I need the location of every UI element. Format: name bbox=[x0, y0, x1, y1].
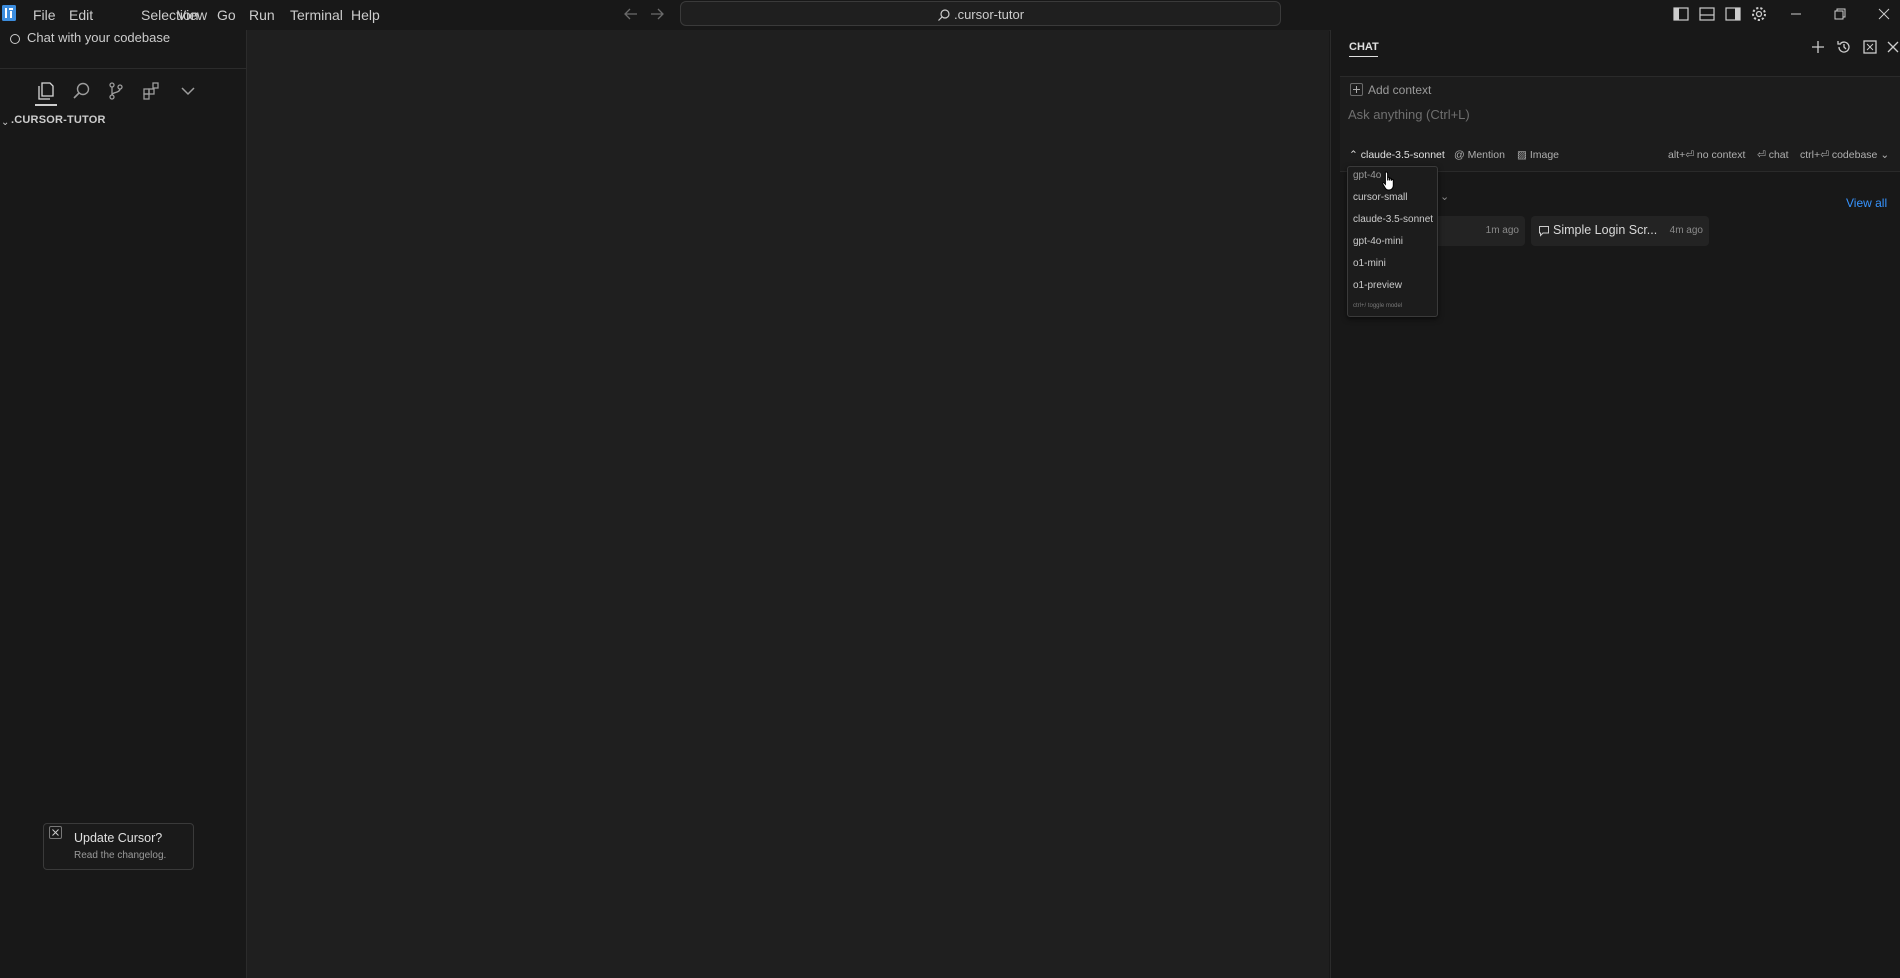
toggle-panel-icon[interactable] bbox=[1698, 5, 1718, 25]
codebase-shortcut-label: ctrl+⏎ codebase bbox=[1800, 149, 1878, 161]
model-option-o1-preview[interactable]: o1-preview bbox=[1353, 277, 1402, 295]
mention-label: Mention bbox=[1467, 149, 1505, 161]
extensions-icon[interactable] bbox=[141, 80, 163, 102]
model-selector[interactable]: ⌃ claude-3.5-sonnet bbox=[1349, 149, 1445, 161]
image-button[interactable]: ▨ Image bbox=[1517, 149, 1559, 161]
codebase-shortcut[interactable]: ctrl+⏎ codebase ⌄ bbox=[1800, 149, 1889, 161]
add-context-button[interactable]: Add context bbox=[1368, 83, 1431, 97]
search-icon[interactable] bbox=[71, 80, 93, 102]
command-center-search[interactable]: .cursor-tutor bbox=[680, 1, 1281, 26]
maximize-icon[interactable] bbox=[1861, 38, 1879, 56]
source-control-icon[interactable] bbox=[105, 80, 127, 102]
model-option-gpt-4o[interactable]: gpt-4o bbox=[1353, 167, 1381, 185]
toast-title: Update Cursor? bbox=[74, 831, 163, 845]
chevron-up-icon: ⌃ bbox=[1349, 149, 1358, 161]
chat-shortcut[interactable]: ⏎ chat bbox=[1757, 149, 1789, 161]
mention-button[interactable]: @ Mention bbox=[1454, 149, 1505, 161]
chat-bubble-icon bbox=[1538, 225, 1550, 237]
back-arrow-icon[interactable] bbox=[622, 5, 640, 23]
primary-sidebar: Chat with your codebase ⌄ .CURSOR-TUTOR … bbox=[0, 30, 247, 978]
menu-terminal[interactable]: Terminal bbox=[286, 4, 347, 26]
update-notification[interactable]: Update Cursor? Read the changelog. bbox=[43, 823, 194, 870]
active-tab-indicator bbox=[1349, 56, 1378, 57]
recent-chat-time: 4m ago bbox=[1669, 225, 1703, 236]
close-icon[interactable] bbox=[49, 826, 62, 839]
explorer-folder-title[interactable]: .CURSOR-TUTOR bbox=[11, 114, 106, 126]
close-window-icon[interactable] bbox=[1875, 5, 1895, 25]
settings-gear-icon[interactable] bbox=[1750, 5, 1770, 25]
forward-arrow-icon[interactable] bbox=[648, 5, 666, 23]
model-option-claude-3-5-sonnet[interactable]: claude-3.5-sonnet bbox=[1353, 211, 1433, 229]
model-option-gpt-4o-mini[interactable]: gpt-4o-mini bbox=[1353, 233, 1403, 251]
menu-go[interactable]: Go bbox=[213, 4, 240, 26]
menu-file[interactable]: File bbox=[29, 4, 60, 26]
recent-chat-title: Simple Login Scr... bbox=[1553, 223, 1658, 237]
search-icon bbox=[937, 8, 951, 22]
chat-input-area[interactable]: Add context Ask anything (Ctrl+L) ⌃ clau… bbox=[1340, 76, 1900, 172]
chevron-down-icon[interactable] bbox=[177, 80, 199, 102]
active-tab-indicator bbox=[35, 104, 57, 106]
menu-run[interactable]: Run bbox=[245, 4, 279, 26]
search-text: .cursor-tutor bbox=[953, 7, 1025, 23]
editor-area[interactable] bbox=[247, 30, 1329, 978]
toggle-secondary-sidebar-icon[interactable] bbox=[1724, 5, 1744, 25]
add-context-plus-icon[interactable] bbox=[1350, 83, 1363, 96]
at-icon: @ bbox=[1454, 149, 1465, 161]
chevron-small-down-icon[interactable]: ⌄ bbox=[1, 117, 9, 128]
circle-icon bbox=[10, 34, 20, 44]
no-context-shortcut[interactable]: alt+⏎ no context bbox=[1668, 149, 1745, 161]
chat-hint[interactable]: Chat with your codebase bbox=[27, 30, 170, 45]
restore-icon[interactable] bbox=[1831, 5, 1851, 25]
menu-view[interactable]: View bbox=[173, 4, 211, 26]
image-label: Image bbox=[1529, 149, 1560, 161]
recent-chat-time: 1m ago bbox=[1485, 225, 1519, 236]
tab-chat[interactable]: CHAT bbox=[1349, 41, 1379, 53]
hand-cursor-icon bbox=[1381, 170, 1399, 192]
divider bbox=[0, 68, 246, 69]
history-icon[interactable] bbox=[1835, 38, 1853, 56]
chat-input-placeholder[interactable]: Ask anything (Ctrl+L) bbox=[1348, 107, 1470, 122]
recent-chat-card[interactable]: Simple Login Scr... 4m ago bbox=[1531, 216, 1709, 246]
plus-icon[interactable] bbox=[1809, 38, 1827, 56]
title-bar: File Edit Selection View Go Run Terminal… bbox=[0, 0, 1900, 31]
toggle-primary-sidebar-icon[interactable] bbox=[1672, 5, 1692, 25]
explorer-files-icon[interactable] bbox=[35, 80, 57, 102]
chevron-down-icon[interactable]: ⌄ bbox=[1440, 190, 1449, 203]
menu-edit[interactable]: Edit bbox=[65, 4, 97, 26]
model-selector-label: claude-3.5-sonnet bbox=[1360, 149, 1445, 161]
toast-body[interactable]: Read the changelog. bbox=[74, 850, 166, 861]
view-all-link[interactable]: View all bbox=[1846, 196, 1887, 210]
model-option-o1-mini[interactable]: o1-mini bbox=[1353, 255, 1386, 273]
minimize-icon[interactable] bbox=[1787, 5, 1807, 25]
close-icon[interactable] bbox=[1884, 38, 1900, 56]
cursor-logo-icon[interactable] bbox=[2, 5, 16, 21]
chevron-down-icon: ⌄ bbox=[1880, 149, 1890, 161]
toggle-model-hint: ctrl+/ toggle model bbox=[1353, 303, 1403, 309]
image-icon: ▨ bbox=[1517, 149, 1527, 161]
menu-help[interactable]: Help bbox=[347, 4, 384, 26]
